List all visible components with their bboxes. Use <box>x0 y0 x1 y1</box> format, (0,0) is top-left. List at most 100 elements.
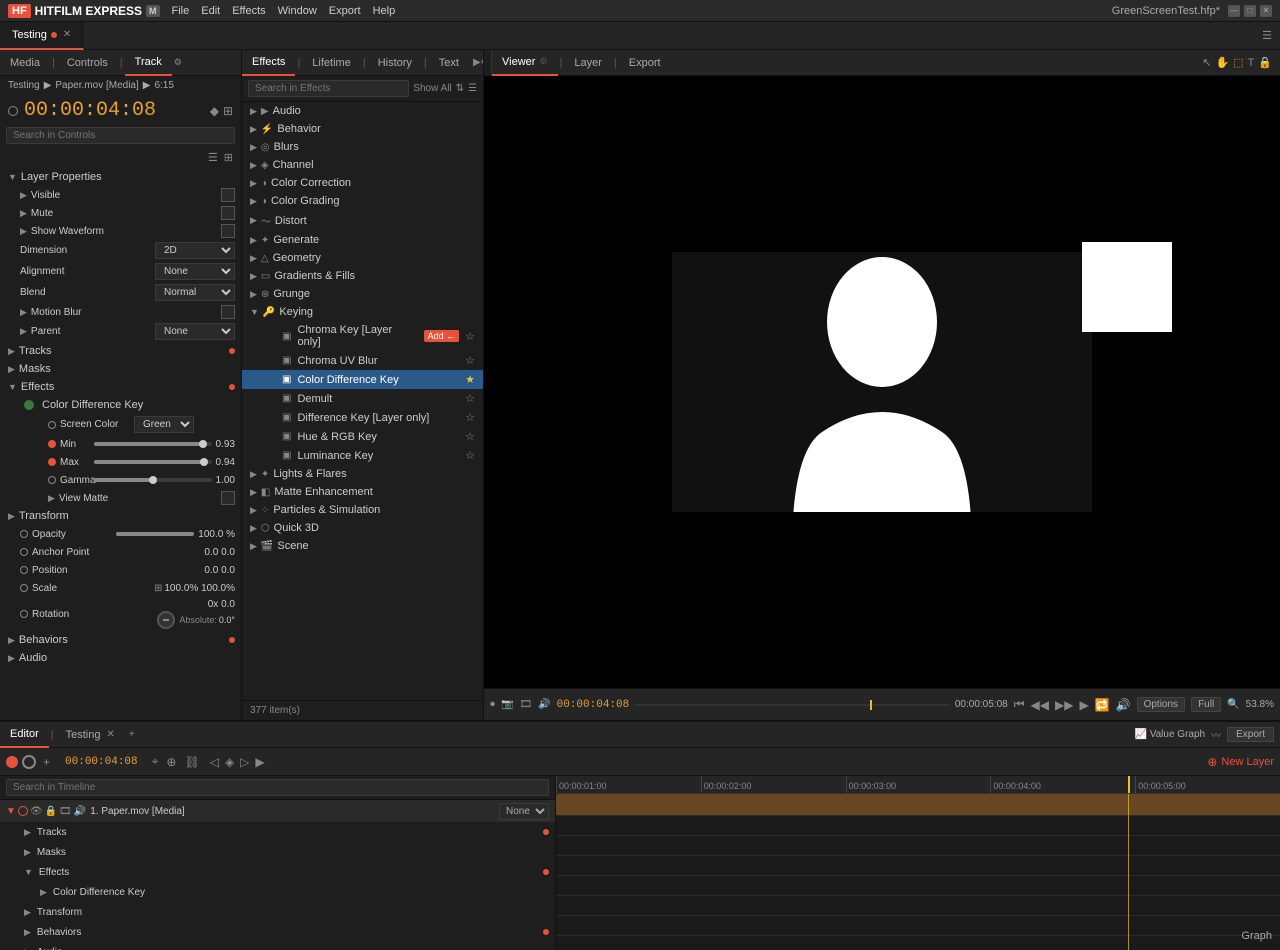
audio-header[interactable]: ▶ Audio <box>0 649 241 667</box>
diff-key-star[interactable]: ☆ <box>465 411 475 424</box>
tl-more-btn[interactable]: ▶ <box>253 753 266 771</box>
behaviors-header[interactable]: ▶ Behaviors <box>0 631 241 649</box>
tracks-header[interactable]: ▶ Tracks <box>0 342 241 360</box>
show-waveform-checkbox[interactable] <box>221 224 235 238</box>
visible-checkbox[interactable] <box>221 188 235 202</box>
layer-expand-icon[interactable]: ▼ <box>6 806 16 817</box>
chroma-key-add[interactable]: Add ← <box>424 330 460 342</box>
chroma-uv-blur-star[interactable]: ☆ <box>465 354 475 367</box>
timeline-graph-icon[interactable]: 〰 <box>1211 727 1221 742</box>
luminance-key-star[interactable]: ☆ <box>465 449 475 462</box>
layer-properties-header[interactable]: ▼ Layer Properties <box>0 168 241 186</box>
list-icon[interactable]: ☰ <box>206 149 220 166</box>
max-slider[interactable] <box>94 460 212 464</box>
tl-chain-icon[interactable]: ⛓ <box>182 753 201 771</box>
grid-view-icon[interactable]: ⊞ <box>222 149 235 166</box>
tab-testing-timeline[interactable]: Testing ✕ <box>56 722 125 748</box>
tab-export[interactable]: Export <box>619 50 671 76</box>
transform-header[interactable]: ▶ Transform <box>0 507 241 525</box>
effects-show-all[interactable]: Show All <box>413 83 451 94</box>
tab-media[interactable]: Media <box>0 50 50 76</box>
tab-history[interactable]: History <box>368 50 422 76</box>
layer-audio-icon[interactable]: 🔊 <box>74 806 86 817</box>
cat-quick-3d[interactable]: ▶ ⬡ Quick 3D <box>242 519 483 537</box>
tl-add-btn[interactable]: + <box>40 754 53 770</box>
view-matte-checkbox[interactable] <box>221 491 235 505</box>
cat-audio[interactable]: ▶ ▶ Audio <box>242 102 483 120</box>
scale-link-icon[interactable]: ⊞ <box>154 583 162 594</box>
demult-star[interactable]: ☆ <box>465 392 475 405</box>
effects-sort-icon[interactable]: ⇅ <box>456 83 464 94</box>
timeline-play-circle[interactable] <box>22 755 36 769</box>
tab-controls[interactable]: Controls <box>57 50 118 76</box>
tab-editor[interactable]: Editor <box>0 722 49 748</box>
cat-scene[interactable]: ▶ 🎬 Scene <box>242 537 483 555</box>
step-forward-2-button[interactable]: ▶▶ <box>1055 698 1073 712</box>
min-slider[interactable] <box>94 442 212 446</box>
layer-vis-icon[interactable]: 👁 <box>30 806 43 817</box>
parent-dropdown[interactable]: None <box>155 323 235 340</box>
viewer-film-icon[interactable]: 🎞 <box>519 699 532 710</box>
dimension-dropdown[interactable]: 2D3D <box>155 242 235 259</box>
tl-trim-btn[interactable]: ◈ <box>223 753 236 771</box>
cat-particles-simulation[interactable]: ▶ ⁘ Particles & Simulation <box>242 501 483 519</box>
cat-geometry[interactable]: ▶ △ Geometry <box>242 249 483 267</box>
cat-color-grading[interactable]: ▶ ◑ Color Grading <box>242 192 483 210</box>
panel-menu-icon[interactable]: ☰ <box>1262 29 1272 42</box>
timeline-search-input[interactable] <box>6 779 549 796</box>
add-tab-btn[interactable]: + <box>129 729 135 740</box>
maximize-button[interactable]: □ <box>1244 5 1256 17</box>
keying-chroma-key[interactable]: ▣ Chroma Key [Layer only] Add ← ☆ <box>242 321 483 351</box>
tab-track-settings[interactable]: ⚙ <box>174 57 182 68</box>
layer-record-indicator[interactable] <box>18 806 28 816</box>
effects-more-btn[interactable]: ▶ <box>473 57 481 68</box>
tl-new-layer-btn[interactable]: New Layer <box>1221 756 1274 768</box>
tab-lifetime[interactable]: Lifetime <box>302 50 361 76</box>
cat-matte-enhancement[interactable]: ▶ ◧ Matte Enhancement <box>242 483 483 501</box>
keying-chroma-uv-blur[interactable]: ▣ Chroma UV Blur ☆ <box>242 351 483 370</box>
mute-checkbox[interactable] <box>221 206 235 220</box>
go-start-button[interactable]: ⏮ <box>1014 697 1025 712</box>
opacity-slider[interactable] <box>116 532 194 536</box>
menu-help[interactable]: Help <box>373 5 396 17</box>
motion-blur-checkbox[interactable] <box>221 305 235 319</box>
menu-effects[interactable]: Effects <box>232 5 265 17</box>
color-diff-key-star[interactable]: ★ <box>465 373 475 386</box>
gamma-slider[interactable] <box>94 478 212 482</box>
max-slider-thumb[interactable] <box>200 458 208 466</box>
tl-trim-left-btn[interactable]: ◁ <box>208 753 221 771</box>
layer-film-icon[interactable]: 🎞 <box>59 806 72 817</box>
add-keyframe-icon[interactable]: ◆ <box>210 104 219 118</box>
tab-text[interactable]: Text <box>429 50 469 76</box>
viewer-text-tool[interactable]: T <box>1248 57 1255 69</box>
zoom-search-icon[interactable]: 🔍 <box>1227 699 1239 710</box>
tab-testing[interactable]: Testing ✕ <box>0 22 84 50</box>
keying-color-diff-key[interactable]: ▣ Color Difference Key ★ <box>242 370 483 389</box>
full-button[interactable]: Full <box>1191 697 1221 712</box>
keying-demult[interactable]: ▣ Demult ☆ <box>242 389 483 408</box>
close-button[interactable]: ✕ <box>1260 5 1272 17</box>
tl-snap-icon[interactable]: ⌖ <box>150 752 161 771</box>
viewer-crop-tool[interactable]: ⬚ <box>1233 56 1243 69</box>
effects-header[interactable]: ▼ Effects <box>0 378 241 396</box>
grid-icon[interactable]: ⊞ <box>223 104 233 118</box>
viewer-record-icon[interactable]: ⏺ <box>490 699 495 710</box>
timeline-record-btn[interactable] <box>6 756 18 768</box>
tl-trim-right-btn[interactable]: ▷ <box>238 753 251 771</box>
search-input[interactable] <box>6 127 235 144</box>
layer-lock-icon[interactable]: 🔒 <box>45 806 57 817</box>
viewer-hand-tool[interactable]: ✋ <box>1215 56 1229 69</box>
track-clip-bar[interactable] <box>556 794 1280 815</box>
viewer-cursor-tool[interactable]: ↖ <box>1202 56 1211 69</box>
min-keyframe-dot[interactable] <box>48 440 56 448</box>
cat-generate[interactable]: ▶ ✦ Generate <box>242 231 483 249</box>
viewer-resize-handle[interactable] <box>484 50 492 76</box>
cat-keying[interactable]: ▼ 🔑 Keying <box>242 303 483 321</box>
max-keyframe-dot[interactable] <box>48 458 56 466</box>
viewer-timeline-bar[interactable] <box>635 704 949 706</box>
loop-button[interactable]: 🔁 <box>1095 698 1110 712</box>
cat-blurs[interactable]: ▶ ◎ Blurs <box>242 138 483 156</box>
layer-none-dropdown[interactable]: None <box>499 803 549 820</box>
menu-export[interactable]: Export <box>329 5 361 17</box>
cat-channel[interactable]: ▶ ◈ Channel <box>242 156 483 174</box>
